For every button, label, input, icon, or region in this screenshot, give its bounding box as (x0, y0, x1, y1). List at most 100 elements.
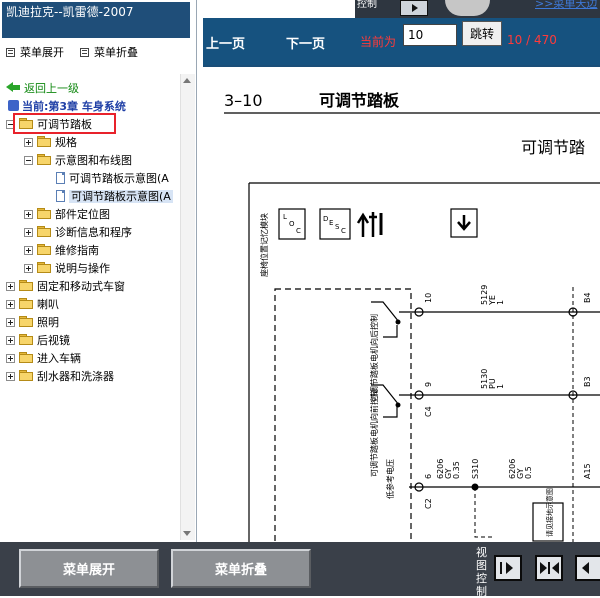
prev-page-link[interactable]: 上一页 (206, 33, 245, 52)
next-page-link[interactable]: 下一页 (286, 33, 325, 52)
tree-item-windows[interactable]: 固定和移动式车窗 (6, 278, 125, 296)
sidebar-menu-expand[interactable]: 菜单展开 (4, 45, 64, 61)
motor-rear-label: 可调节踏板电机向后控制 (369, 314, 379, 402)
connector-pin-label: B4 (583, 292, 592, 303)
diagram-subtitle: 可调节踏 (521, 138, 585, 157)
tree-item-mirrors[interactable]: 后视镜 (6, 332, 70, 350)
current-page-label: 当前为 (360, 35, 397, 49)
tree-item-schematics[interactable]: 示意图和布线图 (24, 152, 132, 170)
diagnostic-tools-icon (356, 212, 383, 237)
tree-item-label: 维修指南 (55, 244, 99, 257)
tree-item-spec[interactable]: 规格 (24, 134, 77, 152)
sidebar-menu-collapse[interactable]: 菜单折叠 (78, 45, 138, 61)
expand-icon[interactable] (6, 282, 15, 291)
menu-icon (6, 48, 15, 57)
tree-item-label: 可调节踏板示意图(A (69, 190, 173, 203)
tree-item-entry[interactable]: 进入车辆 (6, 350, 81, 368)
next-page-button[interactable] (494, 555, 522, 581)
sidebar-scrollbar[interactable] (180, 74, 195, 540)
svg-text:D: D (323, 215, 328, 223)
sidebar-menu-expand-label: 菜单展开 (20, 46, 64, 59)
svg-text:C: C (296, 227, 301, 235)
svg-text:E: E (329, 219, 333, 227)
folder-icon (37, 244, 51, 255)
tree-item-label: 固定和移动式车窗 (37, 280, 125, 293)
tree-item-label: 照明 (37, 316, 59, 329)
tree-item-repair[interactable]: 维修指南 (24, 242, 99, 260)
vehicle-title: 凯迪拉克--凯雷德-2007 (2, 2, 190, 38)
collapse-icon[interactable] (24, 156, 33, 165)
menu-collapse-button[interactable]: 菜单折叠 (171, 549, 311, 588)
tree-item-diagnosis[interactable]: 诊断信息和程序 (24, 224, 132, 242)
wiring-diagram: 3–10 可调节踏板 可调节踏 L O C D E S C 座椅位置记忆模块 可… (224, 91, 600, 542)
tree-item-doc-2[interactable]: 可调节踏板示意图(A (56, 188, 173, 206)
svg-text:0.35: 0.35 (452, 461, 461, 479)
page-navigation: 上一页 下一页 当前为 跳转 10 / 470 (203, 18, 600, 65)
expand-icon[interactable] (6, 354, 15, 363)
folder-icon (19, 316, 33, 327)
view-control-label: 视图控制 (476, 546, 487, 598)
loc-symbol-icon: L O C (278, 208, 306, 240)
ground-wire (474, 487, 493, 538)
fit-width-button[interactable] (535, 555, 563, 581)
ground-schematic-label: 请见接地示意图 (545, 488, 554, 537)
tree-item-wipers[interactable]: 刮水器和洗涤器 (6, 368, 114, 386)
module-dashed-border (274, 288, 412, 542)
motor-front-label: 可调节踏板电机向前控制 (369, 389, 379, 477)
tree-item-doc-1[interactable]: 可调节踏板示意图(A (56, 170, 169, 188)
bottom-toolbar: 菜单展开 菜单折叠 视图控制 (0, 542, 600, 598)
top-next-button[interactable] (400, 0, 428, 16)
highlight-box (13, 113, 116, 134)
expand-icon[interactable] (24, 246, 33, 255)
page-heading: 可调节踏板 (319, 91, 400, 110)
top-thumbnail (445, 0, 490, 16)
svg-text:C: C (341, 227, 346, 235)
low-reference-label: 低参考电压 (385, 459, 395, 499)
sidebar: 凯迪拉克--凯雷德-2007 菜单展开 菜单折叠 返回上一级 当前:第3章 车身… (0, 0, 197, 542)
expand-icon[interactable] (24, 228, 33, 237)
module-label: 座椅位置记忆模块 (259, 213, 269, 277)
tree-item-label: 部件定位图 (55, 208, 110, 221)
expand-icon[interactable] (6, 372, 15, 381)
expand-icon[interactable] (6, 336, 15, 345)
tree-item-horn[interactable]: 喇叭 (6, 296, 59, 314)
back-link-label: 返回上一级 (24, 82, 79, 95)
pin-label: 9 (424, 382, 433, 387)
top-menu-link[interactable]: >>菜单天边 (535, 0, 597, 11)
folder-icon (37, 154, 51, 165)
tree-item-label: 喇叭 (37, 298, 59, 311)
jump-button[interactable]: 跳转 (462, 21, 502, 46)
expand-icon[interactable] (24, 264, 33, 273)
tree-item-description[interactable]: 说明与操作 (24, 260, 110, 278)
connector-label: C4 (424, 406, 433, 417)
menu-expand-button[interactable]: 菜单展开 (19, 549, 159, 588)
top-band: 控制 >>菜单天边 (355, 0, 600, 18)
folder-icon (19, 352, 33, 363)
expand-icon[interactable] (24, 138, 33, 147)
svg-text:1: 1 (496, 300, 505, 305)
folder-icon (37, 208, 51, 219)
scroll-up-icon[interactable] (183, 78, 191, 83)
svg-text:S: S (335, 223, 340, 231)
back-arrow-icon (6, 82, 20, 93)
tree-item-label: 刮水器和洗涤器 (37, 370, 114, 383)
connector-pin-label: B3 (583, 376, 592, 387)
arrow-right-icon (506, 562, 513, 574)
scroll-down-icon[interactable] (183, 531, 191, 536)
expand-icon[interactable] (6, 300, 15, 309)
folder-icon (19, 370, 33, 381)
bar-icon (548, 562, 550, 574)
tree-item-lighting[interactable]: 照明 (6, 314, 59, 332)
splice-label: S310 (471, 459, 480, 479)
tree-item-label: 示意图和布线图 (55, 154, 132, 167)
tree-item-label: 说明与操作 (55, 262, 110, 275)
back-link[interactable]: 返回上一级 (6, 80, 79, 98)
tree-item-label: 进入车辆 (37, 352, 81, 365)
expand-icon[interactable] (6, 318, 15, 327)
sidebar-menu-collapse-label: 菜单折叠 (94, 46, 138, 59)
page-number-input[interactable] (403, 24, 457, 46)
previous-page-button[interactable] (575, 555, 600, 581)
expand-icon[interactable] (24, 210, 33, 219)
tree-item-locator[interactable]: 部件定位图 (24, 206, 110, 224)
desc-symbol-icon: D E S C (319, 208, 351, 240)
